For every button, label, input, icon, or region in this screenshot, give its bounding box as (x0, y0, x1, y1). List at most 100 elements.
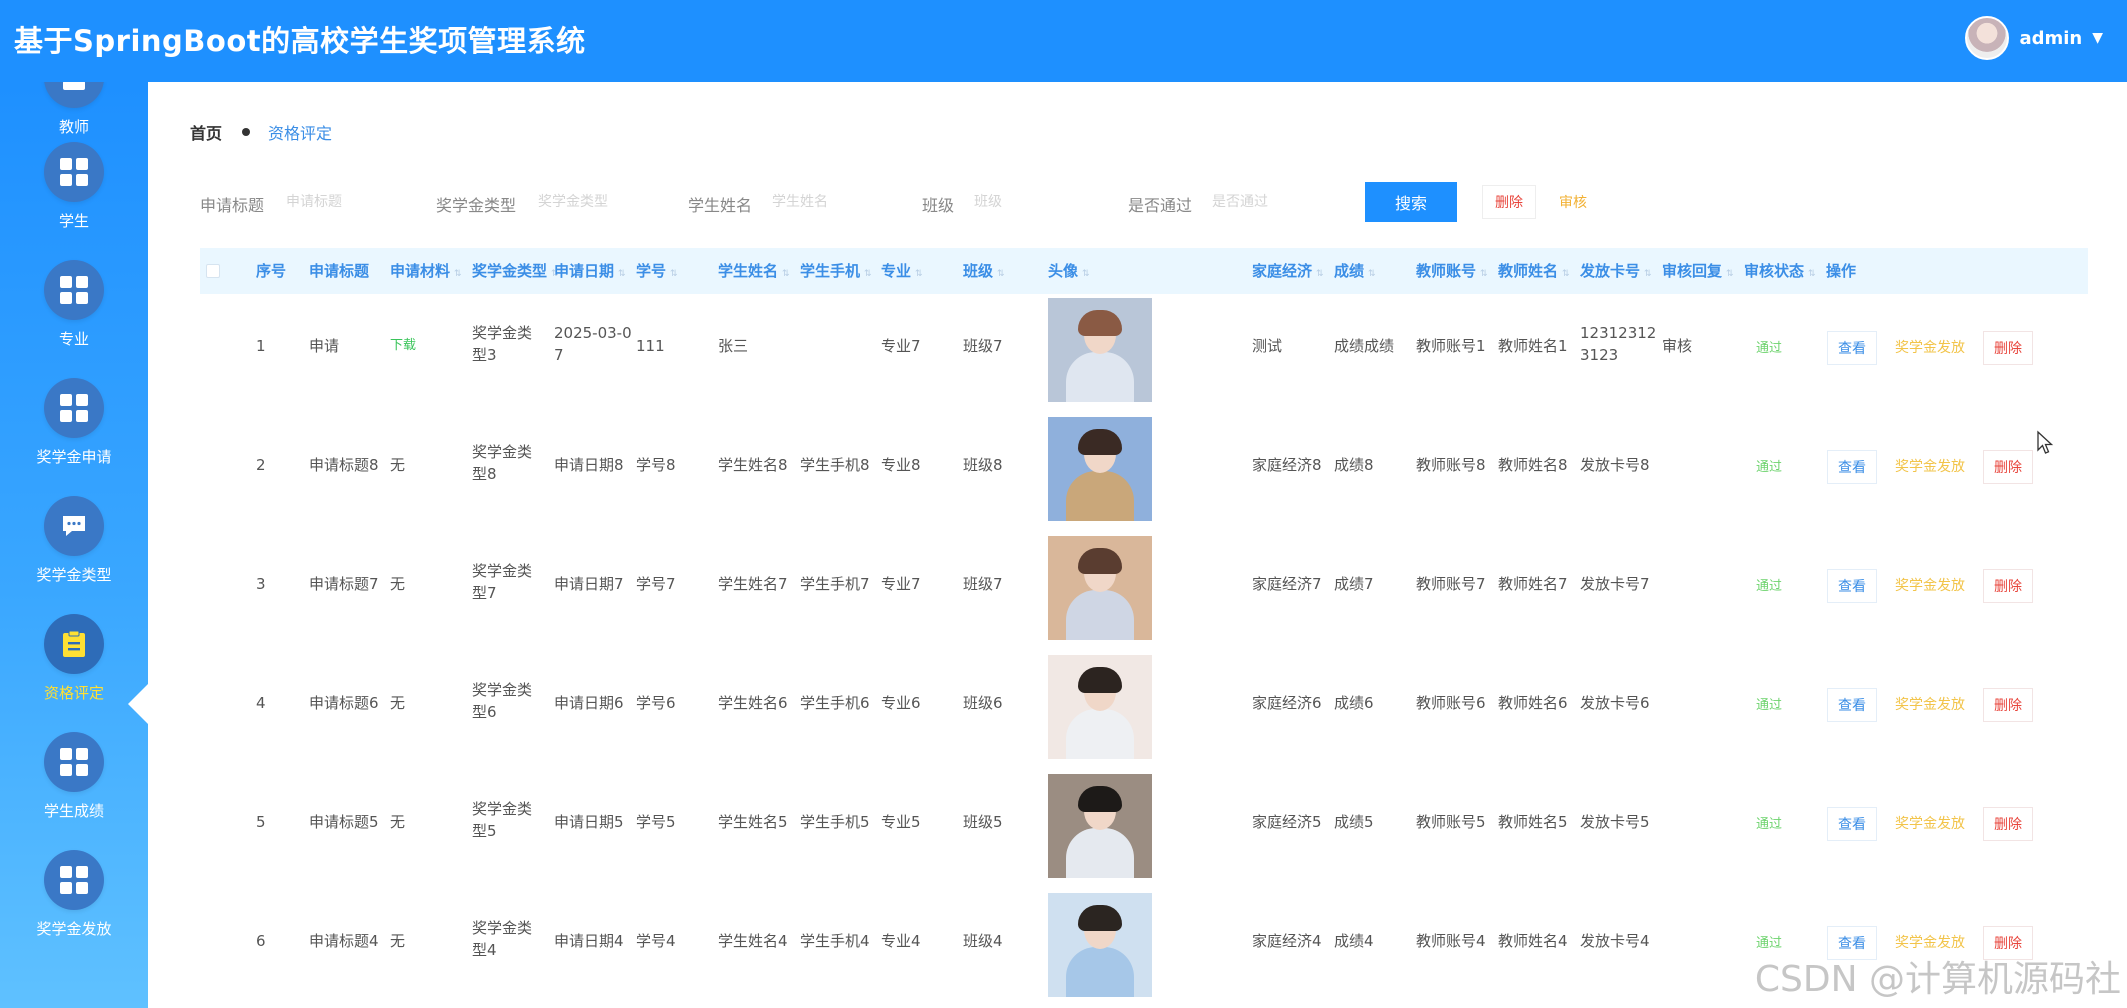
sort-icon[interactable]: ⇅ (1644, 269, 1652, 279)
table-row[interactable]: 2 申请标题8 无奖学金类型8 申请日期8 学号8 学生姓名8 学生手机8 专业8 班级8 家庭经… (200, 413, 2088, 532)
column-header[interactable]: 学号 ⇅ (636, 248, 678, 294)
title-search-input[interactable] (286, 186, 416, 218)
chevron-down-icon[interactable]: ▼ (2092, 30, 2103, 46)
name-search-input[interactable] (772, 186, 902, 218)
cell-material[interactable]: 下载 (390, 335, 470, 357)
student-photo[interactable] (1048, 774, 1152, 878)
table-row[interactable]: 6 申请标题4 无奖学金类型4 申请日期4 学号4 学生姓名4 学生手机4 专业4 班级4 家庭经… (200, 889, 2088, 1008)
search-label-type: 奖学金类型 (436, 196, 517, 215)
sidebar-item-scholarship-type[interactable]: 奖学金类型 (0, 496, 148, 614)
cell-cls: 班级7 (963, 575, 1003, 593)
student-photo[interactable] (1048, 655, 1152, 759)
table-row[interactable]: 3 申请标题7 无奖学金类型7 申请日期7 学号7 学生姓名7 学生手机7 专业7 班级7 家庭经… (200, 532, 2088, 651)
app-root: 基于SpringBoot的高校学生奖项管理系统 admin ▼ 教师 学生 专业… (0, 0, 2127, 1008)
view-button[interactable]: 查看 (1827, 569, 1877, 603)
avatar[interactable] (1965, 16, 2010, 60)
column-header[interactable]: 申请标题 (309, 248, 369, 294)
breadcrumb-home[interactable]: 首页 (190, 120, 222, 144)
type-search-input[interactable] (538, 186, 668, 218)
delete-button[interactable]: 删除 (1983, 569, 2033, 603)
column-header[interactable]: 审核回复 ⇅ (1662, 248, 1734, 294)
sidebar-item-qualification[interactable]: 资格评定 (0, 614, 148, 732)
sidebar-item-scholarship-apply[interactable]: 奖学金申请 (0, 378, 148, 496)
select-all-checkbox[interactable] (206, 264, 220, 278)
scholarship-payout-button[interactable]: 奖学金发放 (1890, 569, 1970, 603)
table-row[interactable]: 4 申请标题6 无奖学金类型6 申请日期6 学号6 学生姓名6 学生手机6 专业6 班级6 家庭经… (200, 651, 2088, 770)
column-header[interactable]: 发放卡号 ⇅ (1580, 248, 1652, 294)
table-row[interactable]: 1 申请 下载 奖学金类型3 2025-03-07 111 张三 专业7 班级7 测试 成绩成绩 教师… (200, 294, 2088, 413)
scholarship-payout-button[interactable]: 奖学金发放 (1890, 450, 1970, 484)
column-header[interactable]: 序号 (256, 248, 286, 294)
class-search-input[interactable] (974, 186, 1104, 218)
search-label-pass: 是否通过 (1128, 196, 1193, 215)
delete-button[interactable]: 删除 (1983, 331, 2033, 365)
column-header[interactable]: 学生手机 ⇅ (800, 248, 872, 294)
scholarship-payout-button[interactable]: 奖学金发放 (1890, 688, 1970, 722)
view-button[interactable]: 查看 (1827, 331, 1877, 365)
column-header[interactable]: 学生姓名 ⇅ (718, 248, 790, 294)
student-photo[interactable] (1048, 417, 1152, 521)
sort-icon[interactable]: ⇅ (1082, 269, 1090, 279)
column-header[interactable]: 教师姓名 ⇅ (1498, 248, 1570, 294)
table-row[interactable]: 5 申请标题5 无奖学金类型5 申请日期5 学号5 学生姓名5 学生手机5 专业5 班级5 家庭经… (200, 770, 2088, 889)
batch-delete-button[interactable]: 删除 (1482, 185, 1536, 219)
column-header-label: 头像 (1048, 262, 1079, 280)
sort-icon[interactable]: ⇅ (454, 269, 462, 279)
column-header[interactable]: 家庭经济 ⇅ (1252, 248, 1324, 294)
sidebar-item-scholarship-payout[interactable]: 奖学金发放 (0, 850, 148, 968)
audit-button[interactable]: 审核 (1550, 185, 1596, 219)
column-header[interactable]: 成绩 ⇅ (1334, 248, 1376, 294)
sort-icon[interactable]: ⇅ (1808, 269, 1816, 279)
sort-icon[interactable]: ⇅ (997, 269, 1005, 279)
student-photo[interactable] (1048, 536, 1152, 640)
delete-button[interactable]: 删除 (1983, 688, 2033, 722)
sort-icon[interactable]: ⇅ (1368, 269, 1376, 279)
delete-button[interactable]: 删除 (1983, 926, 2033, 960)
cell-economy: 家庭经济8 (1252, 456, 1322, 474)
column-header[interactable]: 专业 ⇅ (881, 248, 923, 294)
scholarship-payout-button[interactable]: 奖学金发放 (1890, 331, 1970, 365)
search-button[interactable]: 搜索 (1365, 182, 1457, 222)
column-header[interactable]: 操作 (1826, 248, 1856, 294)
delete-button[interactable]: 删除 (1983, 807, 2033, 841)
delete-button[interactable]: 删除 (1983, 450, 2033, 484)
pass-search-input[interactable] (1212, 186, 1342, 218)
status-badge: 通过 (1756, 698, 1783, 713)
sort-icon[interactable]: ⇅ (1562, 269, 1570, 279)
user-name[interactable]: admin (2019, 28, 2082, 49)
column-header[interactable]: 头像 ⇅ (1048, 248, 1090, 294)
mouse-cursor-icon (2037, 430, 2054, 454)
student-photo[interactable] (1048, 298, 1152, 402)
cell-economy: 测试 (1252, 337, 1283, 355)
column-header[interactable]: 申请日期 ⇅ (554, 248, 626, 294)
sidebar-item-major[interactable]: 专业 (0, 260, 148, 378)
sidebar-item-student[interactable]: 学生 (0, 142, 148, 260)
sort-icon[interactable]: ⇅ (864, 269, 872, 279)
view-button[interactable]: 查看 (1827, 688, 1877, 722)
view-button[interactable]: 查看 (1827, 807, 1877, 841)
cell-card: 123123123123 (1580, 324, 1657, 364)
sort-icon[interactable]: ⇅ (915, 269, 923, 279)
column-header[interactable]: 审核状态 ⇅ (1744, 248, 1816, 294)
sort-icon[interactable]: ⇅ (618, 269, 626, 279)
sort-icon[interactable]: ⇅ (1726, 269, 1734, 279)
cell-date: 2025-03-07 (554, 324, 632, 364)
scholarship-payout-button[interactable]: 奖学金发放 (1890, 807, 1970, 841)
view-button[interactable]: 查看 (1827, 450, 1877, 484)
column-header[interactable]: 班级 ⇅ (963, 248, 1005, 294)
user-menu[interactable]: admin ▼ (1965, 16, 2103, 60)
column-header-label: 班级 (963, 262, 994, 280)
column-header[interactable]: 申请材料 ⇅ (390, 248, 462, 294)
card-icon (44, 82, 104, 108)
status-badge: 通过 (1756, 817, 1783, 832)
scholarship-payout-button[interactable]: 奖学金发放 (1890, 926, 1970, 960)
sidebar-item-grades[interactable]: 学生成绩 (0, 732, 148, 850)
column-header[interactable]: 教师账号 ⇅ (1416, 248, 1488, 294)
sort-icon[interactable]: ⇅ (670, 269, 678, 279)
sort-icon[interactable]: ⇅ (1316, 269, 1324, 279)
student-photo[interactable] (1048, 893, 1152, 997)
view-button[interactable]: 查看 (1827, 926, 1877, 960)
sort-icon[interactable]: ⇅ (1480, 269, 1488, 279)
sort-icon[interactable]: ⇅ (782, 269, 790, 279)
column-header[interactable]: 奖学金类型 ⇅ (472, 248, 559, 294)
